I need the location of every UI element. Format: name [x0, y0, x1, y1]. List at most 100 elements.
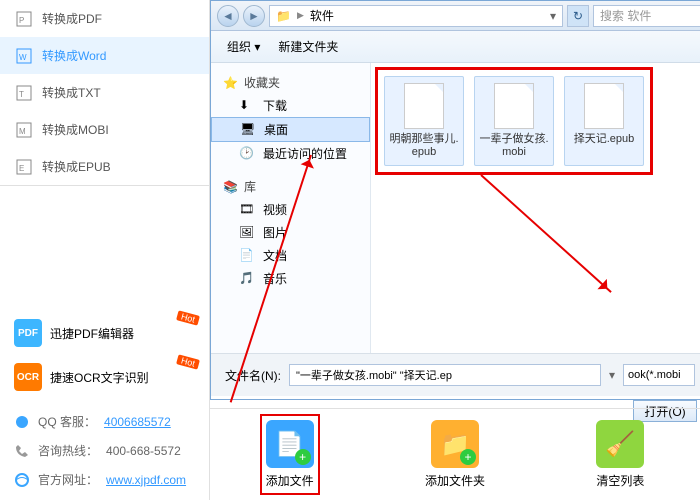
menu-item-word[interactable]: W 转换成Word: [0, 37, 209, 74]
conversion-menu: P 转换成PDF W 转换成Word T 转换成TXT M 转换成MOBI E …: [0, 0, 209, 186]
nav-back-button[interactable]: ◄: [217, 5, 239, 27]
clear-list-button[interactable]: 🧹 清空列表: [596, 420, 644, 489]
video-icon: 🎞: [239, 202, 255, 218]
word-icon: W: [16, 48, 32, 64]
action-label: 添加文件夹: [425, 472, 485, 489]
action-label: 添加文件: [266, 472, 314, 489]
music-icon: 🎵: [239, 271, 255, 287]
tree-label: 音乐: [263, 270, 287, 287]
menu-label: 转换成Word: [42, 47, 106, 64]
tree-label: 视频: [263, 201, 287, 218]
phone-value: 400-668-5572: [106, 444, 181, 458]
menu-item-epub[interactable]: E 转换成EPUB: [0, 148, 209, 185]
pdf-editor-icon: PDF: [14, 319, 42, 347]
tree-item-videos[interactable]: 🎞 视频: [211, 198, 370, 221]
svg-text:E: E: [19, 164, 24, 173]
filename-label: 文件名(N):: [225, 367, 281, 384]
add-file-icon: 📄+: [266, 420, 314, 468]
highlight-box: 明朝那些事儿.epub 一辈子做女孩.mobi 择天记.epub: [375, 67, 653, 175]
add-file-button[interactable]: 📄+ 添加文件: [266, 420, 314, 489]
menu-item-mobi[interactable]: M 转换成MOBI: [0, 111, 209, 148]
svg-text:W: W: [19, 53, 27, 62]
hot-badge: Hot: [176, 310, 200, 325]
contact-qq: QQ 客服： 4006685572: [0, 407, 209, 436]
tree-label: 桌面: [264, 121, 288, 138]
dialog-toolbar: 组织 ▾ 新建文件夹: [211, 31, 700, 63]
contact-phone: 咨询热线： 400-668-5572: [0, 436, 209, 465]
file-list[interactable]: 明朝那些事儿.epub 一辈子做女孩.mobi 择天记.epub: [371, 63, 700, 353]
tree-favorites[interactable]: ⭐ 收藏夹: [211, 71, 370, 94]
menu-item-txt[interactable]: T 转换成TXT: [0, 74, 209, 111]
action-label: 清空列表: [596, 472, 644, 489]
ocr-icon: OCR: [14, 363, 42, 391]
file-name: 一辈子做女孩.mobi: [479, 133, 549, 159]
svg-text:P: P: [19, 16, 24, 25]
file-type-value: ook(*.mobi: [628, 369, 681, 381]
tree-item-documents[interactable]: 📄 文档: [211, 244, 370, 267]
search-input[interactable]: 搜索 软件: [593, 5, 700, 27]
txt-icon: T: [16, 85, 32, 101]
file-item[interactable]: 一辈子做女孩.mobi: [474, 76, 554, 166]
mobi-icon: M: [16, 122, 32, 138]
nav-forward-button[interactable]: ►: [243, 5, 265, 27]
library-icon: 📚: [223, 180, 238, 194]
tree-libraries[interactable]: 📚 库: [211, 175, 370, 198]
promo-ocr[interactable]: OCR 捷速OCR文字识别 Hot: [0, 355, 209, 399]
promo-label: 捷速OCR文字识别: [50, 369, 149, 386]
file-item[interactable]: 明朝那些事儿.epub: [384, 76, 464, 166]
tree-label: 库: [244, 178, 256, 195]
file-type-combo[interactable]: ook(*.mobi: [623, 364, 695, 386]
file-icon: [494, 83, 534, 129]
chevron-right-icon: ▶: [297, 10, 304, 21]
site-link[interactable]: www.xjpdf.com: [106, 473, 186, 487]
breadcrumb-folder[interactable]: 软件: [310, 7, 334, 24]
tree-label: 最近访问的位置: [263, 145, 347, 162]
search-placeholder: 搜索 软件: [600, 7, 651, 24]
svg-text:T: T: [19, 90, 24, 99]
ie-icon: [14, 472, 30, 488]
organize-button[interactable]: 组织 ▾: [227, 38, 260, 55]
epub-icon: E: [16, 159, 32, 175]
tree-item-pictures[interactable]: 🖼 图片: [211, 221, 370, 244]
phone-label: 咨询热线：: [38, 442, 98, 459]
filename-input[interactable]: [289, 364, 601, 386]
tree-item-recent[interactable]: 🕑 最近访问的位置: [211, 142, 370, 165]
tree-label: 文档: [263, 247, 287, 264]
hot-badge: Hot: [176, 354, 200, 369]
promo-pdf-editor[interactable]: PDF 迅捷PDF编辑器 Hot: [0, 311, 209, 355]
desktop-icon: 🖥: [240, 122, 256, 138]
tree-label: 图片: [263, 224, 287, 241]
tree-item-downloads[interactable]: ⬇ 下载: [211, 94, 370, 117]
tree-label: 收藏夹: [244, 74, 280, 91]
chevron-down-icon[interactable]: ▾: [609, 368, 615, 382]
dialog-footer: 文件名(N): ▾ ook(*.mobi 打开(O): [211, 353, 700, 396]
qq-label: QQ 客服：: [38, 413, 96, 430]
menu-label: 转换成EPUB: [42, 158, 111, 175]
tree-label: 下载: [263, 97, 287, 114]
picture-icon: 🖼: [239, 225, 255, 241]
promo-label: 迅捷PDF编辑器: [50, 325, 134, 342]
chevron-down-icon[interactable]: ▾: [550, 9, 556, 23]
tree-item-music[interactable]: 🎵 音乐: [211, 267, 370, 290]
tree-item-desktop[interactable]: 🖥 桌面: [211, 117, 370, 142]
site-label: 官方网址：: [38, 471, 98, 488]
menu-label: 转换成TXT: [42, 84, 101, 101]
svg-text:M: M: [19, 127, 26, 136]
address-bar[interactable]: 📁 ▶ 软件 ▾: [269, 5, 563, 27]
refresh-button[interactable]: ↻: [567, 5, 589, 27]
new-folder-button[interactable]: 新建文件夹: [278, 38, 338, 55]
file-open-dialog: ◄ ► 📁 ▶ 软件 ▾ ↻ 搜索 软件 组织 ▾ 新建文件夹: [210, 0, 700, 400]
add-folder-button[interactable]: 📁+ 添加文件夹: [425, 420, 485, 489]
menu-label: 转换成PDF: [42, 10, 102, 27]
bottom-toolbar: 📄+ 添加文件 📁+ 添加文件夹 🧹 清空列表: [210, 408, 700, 500]
pdf-icon: P: [16, 11, 32, 27]
plus-icon: +: [295, 449, 311, 465]
file-item[interactable]: 择天记.epub: [564, 76, 644, 166]
document-icon: 📄: [239, 248, 255, 264]
contact-site: 官方网址： www.xjpdf.com: [0, 465, 209, 494]
qq-link[interactable]: 4006685572: [104, 415, 171, 429]
add-folder-icon: 📁+: [431, 420, 479, 468]
menu-item-pdf[interactable]: P 转换成PDF: [0, 0, 209, 37]
download-icon: ⬇: [239, 98, 255, 114]
star-icon: ⭐: [223, 76, 238, 90]
